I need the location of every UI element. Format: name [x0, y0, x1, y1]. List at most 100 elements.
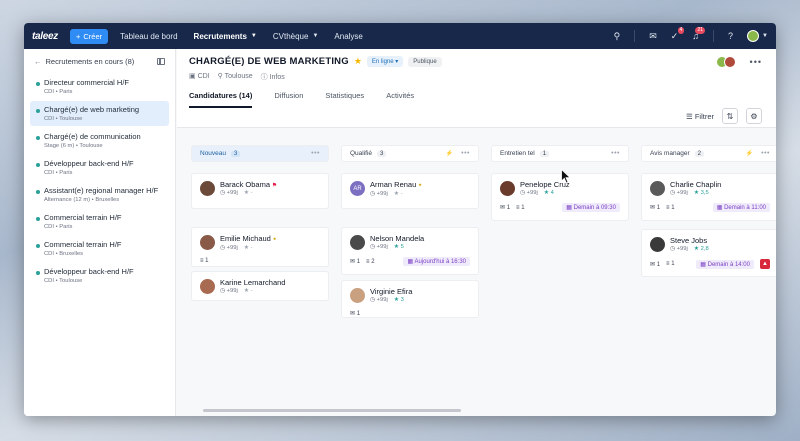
tab-2[interactable]: Statistiques	[325, 91, 364, 108]
rating-value: -	[250, 288, 253, 294]
info-link[interactable]: ⓘ Infos	[261, 72, 285, 82]
candidate-card[interactable]: Virginie Efira ◷ +99j ★ 3 ✉ 1	[341, 280, 479, 318]
avatar	[350, 287, 365, 303]
schedule-badge[interactable]: ▦ Demain à 09:30	[562, 203, 620, 212]
tab-1[interactable]: Diffusion	[274, 91, 303, 108]
candidate-card[interactable]: Penelope Cruz ◷ +99j ★ 4 ✉ 1 ≡ 1 ▦ Demain à 0…	[491, 173, 629, 221]
candidate-card[interactable]: Emilie Michaud ⭑ ◷ +99j ★ - ≡ 1	[191, 227, 329, 267]
horizontal-scrollbar[interactable]	[179, 409, 776, 413]
age-label: ◷ +99j	[670, 190, 688, 196]
mail-count-value: 1	[356, 311, 361, 317]
candidate-card[interactable]: Nelson Mandela ◷ +99j ★ 5 ✉ 1 ≡ 2 ▦ Aujourd'h…	[341, 227, 479, 275]
more-options-icon[interactable]: •••	[461, 150, 470, 157]
mail-icon: ✉	[650, 205, 657, 211]
sidebar-job-item[interactable]: Développeur back-end H/F CDI • Toulouse	[30, 263, 169, 288]
tab-3[interactable]: Activités	[386, 91, 414, 108]
sidebar-job-item[interactable]: Chargé(e) de web marketing CDI • Toulouse	[30, 101, 169, 126]
candidate-card[interactable]: Charlie Chaplin ◷ +99j ★ 3,5 ✉ 1 ≡ 1 ▦ Demain…	[641, 173, 776, 221]
avatar	[200, 180, 215, 196]
sidebar-job-item[interactable]: Développeur back-end H/F CDI • Paris	[30, 155, 169, 180]
column-header[interactable]: Entretien tel 1 •••	[491, 145, 629, 162]
nav-item-2[interactable]: CVthèque ▼	[273, 32, 319, 41]
create-button[interactable]: + Créer	[70, 28, 109, 44]
avatar	[350, 234, 365, 250]
candidate-meta: ◷ +99j ★ -	[370, 191, 422, 197]
nav-item-0[interactable]: Tableau de bord	[120, 32, 177, 41]
search-icon[interactable]: ⚲	[614, 31, 621, 42]
briefcase-icon: ▣	[189, 73, 196, 80]
avatar: AR	[350, 181, 365, 196]
scroll-thumb[interactable]	[203, 409, 461, 412]
clock-icon: ◷	[220, 245, 227, 251]
age-label: ◷ +99j	[370, 191, 388, 197]
status-dropdown[interactable]: En ligne ▾	[366, 56, 404, 67]
card-header: Emilie Michaud ⭑ ◷ +99j ★ -	[200, 234, 320, 251]
age-value: +99j	[676, 246, 688, 252]
mail-icon: ✉	[500, 205, 507, 211]
more-options-icon[interactable]: •••	[611, 150, 620, 157]
nav-item-3[interactable]: Analyse	[334, 32, 362, 41]
star-icon: ★	[393, 244, 401, 250]
more-options-icon[interactable]: •••	[761, 150, 770, 157]
team-avatars[interactable]	[715, 56, 736, 68]
more-options-icon[interactable]: •••	[750, 57, 762, 67]
bolt-icon[interactable]: ⚡	[446, 150, 453, 157]
alarm-icon[interactable]: ▲	[760, 259, 770, 269]
help-icon[interactable]: ?	[728, 31, 733, 41]
candidate-name-row: Nelson Mandela	[370, 234, 424, 243]
sort-button[interactable]: ⇅	[722, 108, 738, 124]
tasks-badge: 4	[677, 26, 685, 34]
job-meta: CDI • Toulouse	[44, 278, 83, 284]
sidebar-title[interactable]: Recrutements en cours (8)	[46, 57, 135, 66]
collapse-sidebar-icon[interactable]	[157, 58, 165, 65]
sidebar: ← Recrutements en cours (8) Directeur co…	[24, 49, 176, 416]
mail-count: ✉ 1	[350, 258, 360, 265]
notifications-badge: 21	[695, 27, 706, 34]
user-menu[interactable]: ▼	[747, 30, 768, 42]
schedule-badge[interactable]: ▦ Demain à 11:00	[712, 203, 770, 212]
candidate-card[interactable]: AR Arman Renau ⭑ ◷ +99j ★ -	[341, 173, 479, 209]
arrow-left-icon[interactable]: ←	[34, 57, 42, 66]
candidate-meta: ◷ +99j ★ -	[220, 190, 277, 196]
comment-count-value: 1	[671, 261, 675, 267]
column-header[interactable]: Qualifié 3 ⚡ •••	[341, 145, 479, 162]
settings-button[interactable]: ⚙	[746, 108, 762, 124]
candidate-card[interactable]: Steve Jobs ◷ +99j ★ 2,8 ✉ 1 ≡ 1 ▦ Demain à 14…	[641, 229, 776, 277]
rating: ★ 5	[394, 244, 404, 250]
tasks-icon[interactable]: ✓ 4	[671, 26, 685, 42]
candidate-card[interactable]: Karine Lemarchand ◷ +99j ★ -	[191, 271, 329, 301]
mail-icon[interactable]: ✉	[649, 31, 657, 42]
column-header[interactable]: Nouveau 3 •••	[191, 145, 329, 162]
comment-count-value: 2	[371, 258, 375, 265]
app-logo[interactable]: taleez	[32, 31, 58, 42]
tab-0[interactable]: Candidatures (14)	[189, 91, 253, 108]
schedule-badge[interactable]: ▦ Aujourd'hui à 16:30	[403, 257, 470, 266]
age-label: ◷ +99j	[220, 245, 238, 251]
bell-icon[interactable]: ♫ 21	[692, 27, 706, 41]
column-header[interactable]: Avis manager 2 ⚡ •••	[641, 145, 776, 162]
candidate-info: Virginie Efira ◷ +99j ★ 3	[370, 287, 412, 303]
age-label: ◷ +99j	[220, 288, 238, 294]
nav-item-label: Tableau de bord	[120, 31, 178, 41]
candidate-card[interactable]: Barack Obama ⚑ ◷ +99j ★ -	[191, 173, 329, 209]
job-meta: CDI • Toulouse	[44, 116, 83, 122]
clock-icon: ◷	[370, 191, 377, 197]
schedule-badge[interactable]: ▦ Demain à 14:00	[696, 259, 754, 269]
more-options-icon[interactable]: •••	[311, 150, 320, 157]
sidebar-job-item[interactable]: Commercial terrain H/F CDI • Paris	[30, 209, 169, 234]
bolt-icon[interactable]: ⚡	[746, 150, 753, 157]
nav-divider	[634, 30, 636, 42]
nav-item-1[interactable]: Recrutements ▼	[194, 32, 257, 41]
sidebar-job-item[interactable]: Directeur commercial H/F CDI • Paris	[30, 74, 169, 99]
rating-value: -	[250, 190, 253, 196]
star-icon: ★	[243, 245, 251, 251]
age-label: ◷ +99j	[220, 190, 238, 196]
location-meta: ⚲ Toulouse	[217, 73, 253, 80]
chevron-down-icon: ▼	[762, 33, 768, 39]
info-icon: ⓘ	[260, 74, 268, 81]
sidebar-job-item[interactable]: Commercial terrain H/F CDI • Bruxelles	[30, 236, 169, 261]
filter-button[interactable]: ☰ Filtrer	[686, 112, 714, 121]
sidebar-job-item[interactable]: Chargé(e) de communication Stage (6 m) • …	[30, 128, 169, 153]
star-icon[interactable]: ★	[354, 56, 362, 67]
sidebar-job-item[interactable]: Assistant(e) regional manager H/F Alterna…	[30, 182, 169, 207]
